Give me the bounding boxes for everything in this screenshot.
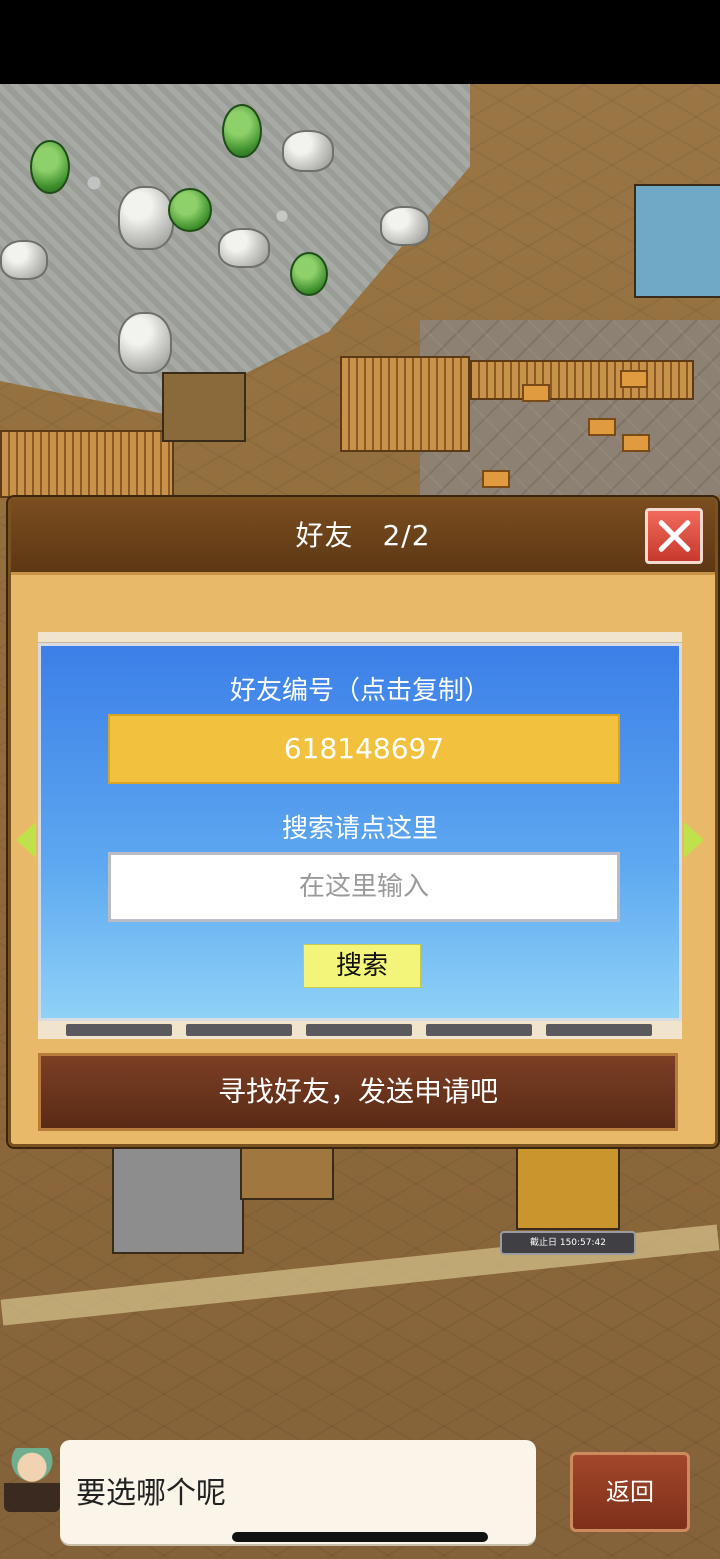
tree: [30, 140, 70, 194]
wooden-fence: [340, 356, 470, 452]
page-tab[interactable]: [306, 1024, 412, 1036]
wooden-fence: [0, 430, 174, 498]
home-indicator[interactable]: [232, 1532, 488, 1542]
page-tab[interactable]: [546, 1024, 652, 1036]
search-button[interactable]: 搜索: [303, 944, 421, 988]
crate: [588, 418, 616, 436]
animal-pen[interactable]: [162, 372, 246, 442]
friend-id-label: 好友编号（点击复制）: [229, 676, 490, 706]
advisor-avatar: [4, 1448, 60, 1512]
speech-text: 要选哪个呢: [76, 1476, 226, 1511]
find-friends-button[interactable]: 寻找好友，发送申请吧: [38, 1053, 678, 1131]
next-page-arrow-icon[interactable]: [684, 822, 704, 858]
friend-id-copy-box[interactable]: 618148697: [108, 714, 620, 784]
close-icon[interactable]: [645, 508, 703, 564]
tree: [290, 252, 328, 296]
wooden-fence: [470, 360, 694, 400]
construction-timer: 截止日 150:57:42: [500, 1231, 636, 1255]
crate: [482, 470, 510, 488]
crate: [622, 434, 650, 452]
temple-building[interactable]: [516, 1140, 620, 1230]
page-tab[interactable]: [186, 1024, 292, 1036]
status-bar: [0, 0, 720, 84]
page-tab[interactable]: [66, 1024, 172, 1036]
stone-tower[interactable]: [112, 1140, 244, 1254]
search-label: 搜索请点这里: [281, 814, 438, 844]
page-tab[interactable]: [426, 1024, 532, 1036]
boulder: [218, 228, 270, 268]
dialog-header: 好友 2/2: [11, 500, 715, 575]
crate: [620, 370, 648, 388]
boulder: [118, 186, 174, 250]
boulder: [118, 312, 172, 374]
boulder: [282, 130, 334, 172]
shop-building[interactable]: [634, 184, 720, 298]
back-button[interactable]: 返回: [570, 1452, 690, 1532]
tree: [168, 188, 212, 232]
crate: [522, 384, 550, 402]
prev-page-arrow-icon[interactable]: [16, 822, 36, 858]
boulder: [380, 206, 430, 246]
search-input[interactable]: [108, 852, 620, 922]
boulder: [0, 240, 48, 280]
tree: [222, 104, 262, 158]
wooden-house[interactable]: [240, 1140, 334, 1200]
dialog-title: 好友 2/2: [295, 519, 431, 552]
